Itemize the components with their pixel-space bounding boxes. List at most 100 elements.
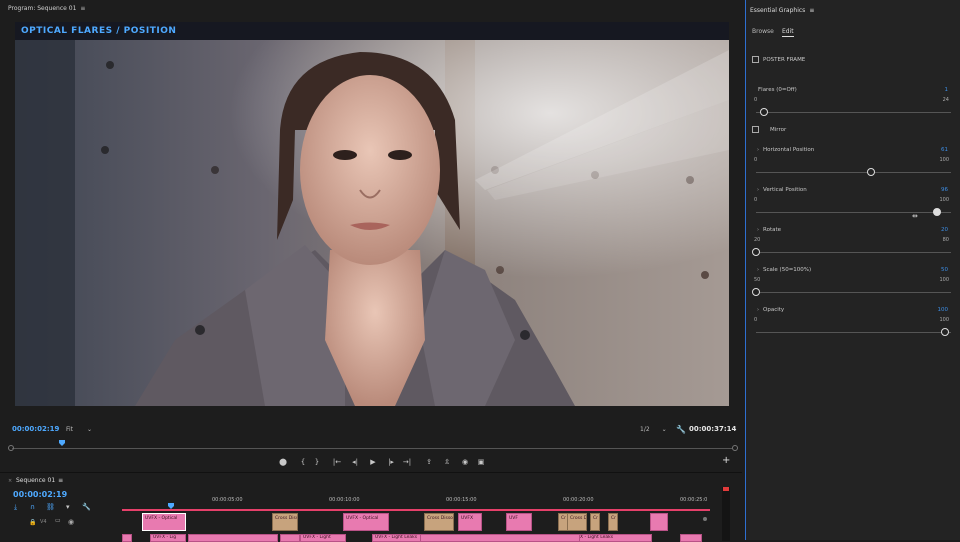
transition-clip[interactable]: Cross Dissolve bbox=[424, 513, 454, 531]
time-ruler[interactable]: 00:00:05:00 00:00:10:00 00:00:15:00 00:00:2… bbox=[122, 495, 707, 507]
video-clip[interactable]: UVFX - Optical bbox=[343, 513, 389, 531]
video-clip[interactable] bbox=[188, 534, 278, 542]
comparison-view-button[interactable]: ▣ bbox=[474, 455, 488, 469]
lift-button[interactable]: ⇪ bbox=[422, 455, 436, 469]
step-back-button[interactable]: ◂| bbox=[348, 455, 362, 469]
vertical-slider-track[interactable] bbox=[756, 212, 951, 213]
snap-icon[interactable]: ∩ bbox=[30, 503, 35, 511]
extract-button[interactable]: ⇫ bbox=[440, 455, 454, 469]
tab-sequence-01[interactable]: Sequence 01 ≡ bbox=[16, 477, 63, 484]
tab-edit[interactable]: Edit bbox=[782, 28, 794, 37]
vertical-position-value[interactable]: 96 bbox=[918, 187, 948, 193]
panel-menu-icon[interactable]: ≡ bbox=[58, 477, 63, 484]
transition-clip[interactable]: Cr bbox=[608, 513, 618, 531]
opacity-slider-knob[interactable] bbox=[941, 328, 949, 336]
add-marker-icon[interactable]: ▾ bbox=[66, 503, 70, 511]
vertical-max: 100 bbox=[939, 197, 949, 203]
horizontal-position-value[interactable]: 61 bbox=[918, 147, 948, 153]
step-forward-button[interactable]: |▸ bbox=[384, 455, 398, 469]
scrub-end-handle[interactable] bbox=[732, 445, 738, 451]
rotate-slider-track[interactable] bbox=[756, 252, 951, 253]
scale-slider-track[interactable] bbox=[756, 292, 951, 293]
scrub-start-handle[interactable] bbox=[8, 445, 14, 451]
collapse-chevron-icon[interactable]: › bbox=[757, 227, 759, 233]
work-area-bar[interactable] bbox=[122, 509, 710, 511]
video-clip[interactable]: UVF bbox=[506, 513, 532, 531]
track-header-v4: 🔒 V4 ▭ ◉ bbox=[0, 513, 122, 541]
transition-clip[interactable]: Cr bbox=[590, 513, 600, 531]
video-clip[interactable] bbox=[280, 534, 300, 542]
play-button[interactable]: ▶ bbox=[366, 455, 380, 469]
program-title-label: Program: Sequence 01 bbox=[8, 5, 77, 12]
scale-max: 100 bbox=[939, 277, 949, 283]
vertical-position-label: Vertical Position bbox=[763, 187, 807, 193]
sequence-tab-label: Sequence 01 bbox=[16, 477, 56, 484]
timeline-settings-wrench-icon[interactable]: 🔧 bbox=[82, 503, 91, 511]
transition-clip[interactable]: Cross Diss bbox=[272, 513, 298, 531]
video-clip[interactable] bbox=[650, 513, 668, 531]
playhead-marker[interactable] bbox=[59, 440, 65, 446]
program-monitor-panel: Program: Sequence 01 ≡ OPTICAL FLARES / P… bbox=[0, 0, 742, 470]
eye-icon[interactable]: ◉ bbox=[68, 518, 74, 526]
rotate-value[interactable]: 20 bbox=[918, 227, 948, 233]
collapse-chevron-icon[interactable]: › bbox=[757, 267, 759, 273]
lock-icon[interactable]: 🔒 bbox=[29, 519, 36, 526]
timeline-timecode[interactable]: 00:00:02:19 bbox=[13, 490, 67, 499]
playhead-timecode[interactable]: 00:00:02:19 bbox=[12, 425, 59, 433]
panel-menu-icon[interactable]: ≡ bbox=[809, 7, 814, 14]
opacity-slider-track[interactable] bbox=[756, 332, 951, 333]
video-frame-image bbox=[15, 40, 729, 406]
vertical-slider-knob[interactable] bbox=[933, 208, 942, 216]
poster-frame-checkbox[interactable] bbox=[752, 56, 759, 63]
collapse-chevron-icon[interactable]: › bbox=[757, 187, 759, 193]
panel-menu-icon[interactable]: ≡ bbox=[80, 5, 85, 12]
opacity-value[interactable]: 100 bbox=[918, 307, 949, 313]
flares-value[interactable]: 1 bbox=[918, 87, 949, 93]
program-scrub-bar[interactable] bbox=[8, 440, 738, 452]
in-point-button[interactable]: { bbox=[296, 455, 310, 469]
essential-graphics-title[interactable]: Essential Graphics ≡ bbox=[750, 7, 814, 14]
out-point-button[interactable]: } bbox=[310, 455, 324, 469]
zoom-select[interactable]: Fit ⌄ bbox=[66, 426, 92, 433]
scale-value[interactable]: 50 bbox=[918, 267, 948, 273]
collapse-chevron-icon[interactable]: › bbox=[757, 307, 759, 313]
linked-selection-icon[interactable]: ⛓ bbox=[46, 503, 55, 511]
rotate-slider-knob[interactable] bbox=[752, 248, 760, 256]
video-clip[interactable]: UVFX - Light Leaks bbox=[568, 534, 652, 542]
program-monitor-title[interactable]: Program: Sequence 01 ≡ bbox=[8, 5, 85, 12]
zoom-value: Fit bbox=[66, 426, 74, 433]
horizontal-slider-track[interactable] bbox=[756, 172, 951, 173]
video-clip[interactable] bbox=[122, 534, 132, 542]
vertical-scroll-handle[interactable] bbox=[703, 517, 707, 521]
resolution-select[interactable]: 1/2 ⌄ bbox=[640, 426, 667, 433]
sync-lock-icon[interactable]: ▭ bbox=[55, 517, 61, 524]
video-clip[interactable] bbox=[680, 534, 702, 542]
marker-button[interactable]: ⬤ bbox=[276, 455, 290, 469]
flares-slider-track[interactable] bbox=[756, 112, 951, 113]
ruler-tick-label: 00:00:20:00 bbox=[563, 497, 594, 503]
video-viewer[interactable]: OPTICAL FLARES / POSITION bbox=[15, 22, 729, 406]
video-clip[interactable]: UVFX - Lig bbox=[150, 534, 186, 542]
flares-slider-knob[interactable] bbox=[759, 108, 768, 116]
collapse-chevron-icon[interactable]: › bbox=[757, 147, 759, 153]
go-to-in-button[interactable]: |← bbox=[330, 455, 344, 469]
go-to-out-button[interactable]: →| bbox=[400, 455, 414, 469]
video-clip[interactable]: UVFX - Light bbox=[300, 534, 346, 542]
close-icon[interactable]: × bbox=[8, 478, 12, 484]
insert-sequence-icon[interactable]: ⤓ bbox=[14, 503, 17, 512]
horizontal-slider-knob[interactable] bbox=[867, 168, 876, 176]
export-frame-button[interactable]: ◉ bbox=[458, 455, 472, 469]
video-clip[interactable]: UVFX - Optical bbox=[142, 513, 186, 531]
video-title-overlay: OPTICAL FLARES / POSITION bbox=[15, 22, 729, 40]
track-label[interactable]: V4 bbox=[40, 519, 47, 525]
video-clip[interactable] bbox=[420, 534, 580, 542]
button-editor-add-button[interactable]: + bbox=[722, 455, 730, 466]
scale-slider-knob[interactable] bbox=[752, 288, 760, 296]
settings-wrench-icon[interactable]: 🔧 bbox=[676, 425, 686, 434]
transition-clip[interactable]: Cross Dis bbox=[567, 513, 587, 531]
mirror-checkbox[interactable] bbox=[752, 126, 759, 133]
resolution-value: 1/2 bbox=[640, 426, 650, 433]
video-clip[interactable]: UVFX bbox=[458, 513, 482, 531]
tab-browse[interactable]: Browse bbox=[752, 28, 774, 35]
horizontal-max: 100 bbox=[939, 157, 949, 163]
